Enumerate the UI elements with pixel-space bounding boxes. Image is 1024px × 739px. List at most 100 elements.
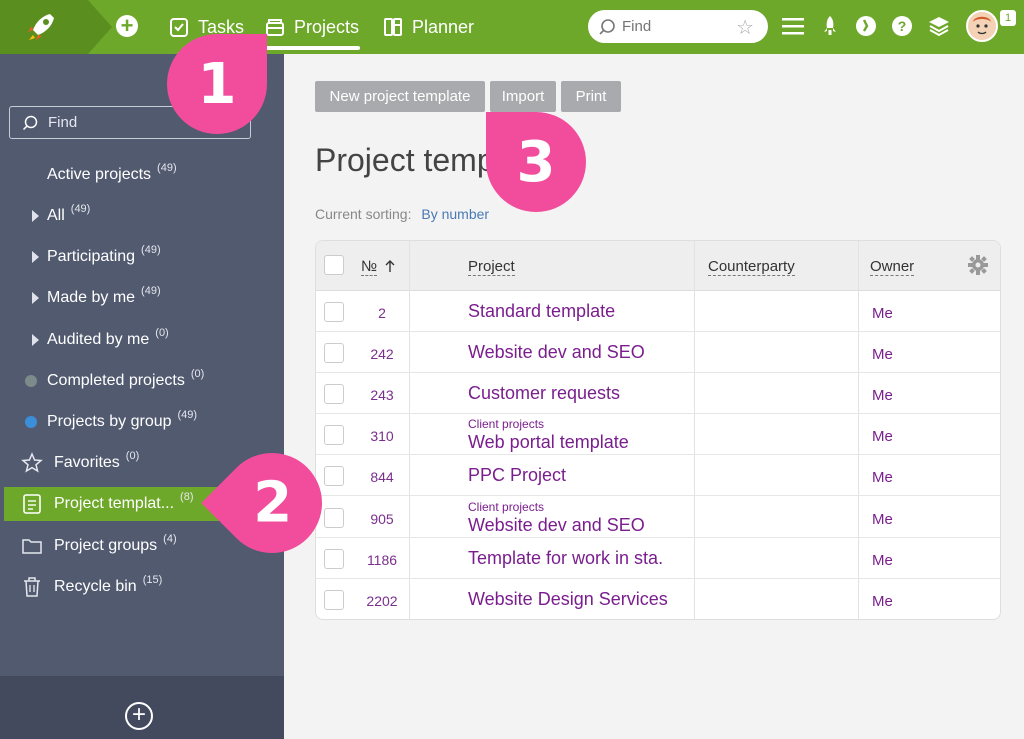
logo-arrow: [88, 0, 112, 54]
folder-icon: [20, 534, 44, 558]
sidebar-item-label: Active projects: [47, 166, 152, 183]
notification-badge[interactable]: 1: [1000, 10, 1016, 26]
column-header-label: Owner: [870, 258, 915, 276]
row-checkbox[interactable]: [324, 343, 344, 363]
sidebar-item-project-templates[interactable]: Project templat... (8): [4, 487, 230, 521]
table-row[interactable]: 905 Client projects Website dev and SEO …: [316, 497, 1000, 538]
sidebar-item-made-by-me[interactable]: Made by me (49): [0, 281, 284, 315]
trash-icon: [20, 575, 44, 599]
row-number[interactable]: 844: [360, 469, 404, 485]
project-name-link[interactable]: Standard template: [468, 301, 615, 322]
table-row[interactable]: 2202 Website Design Services Me: [316, 579, 1000, 619]
project-name-link[interactable]: Template for work in sta.: [468, 548, 663, 569]
top-search-input[interactable]: [622, 18, 732, 35]
new-project-template-button[interactable]: New project template: [315, 81, 485, 112]
caret-right-icon[interactable]: [32, 210, 39, 222]
column-header-label: Project: [468, 258, 515, 276]
menu-icon[interactable]: [782, 15, 804, 37]
sidebar-item-projects-by-group[interactable]: Projects by group (49): [0, 405, 284, 439]
time-icon[interactable]: [855, 15, 877, 37]
rocket-icon[interactable]: [819, 15, 841, 37]
nav-projects[interactable]: Projects: [264, 12, 359, 42]
layers-icon[interactable]: [928, 15, 950, 37]
callout-number: 1: [197, 51, 237, 117]
callout-number: 2: [252, 470, 292, 536]
project-name-link[interactable]: PPC Project: [468, 465, 566, 486]
caret-right-icon[interactable]: [32, 334, 39, 346]
column-header-number[interactable]: №: [361, 258, 396, 276]
sidebar-item-count: (49): [177, 409, 198, 421]
print-button[interactable]: Print: [561, 81, 621, 112]
sidebar-item-count: (49): [141, 285, 161, 297]
star-icon[interactable]: ☆: [736, 15, 754, 40]
project-name-link[interactable]: Website dev and SEO: [468, 342, 645, 363]
table-row[interactable]: 243 Customer requests Me: [316, 373, 1000, 414]
table-row[interactable]: 310 Client projects Web portal template …: [316, 414, 1000, 455]
owner-link[interactable]: Me: [872, 387, 893, 404]
row-checkbox[interactable]: [324, 549, 344, 569]
add-circle-icon[interactable]: +: [125, 702, 153, 730]
row-number[interactable]: 310: [360, 428, 404, 444]
sidebar-item-audited-by-me[interactable]: Audited by me (0): [0, 323, 284, 357]
row-checkbox[interactable]: [324, 384, 344, 404]
main-content: New project template Import Print Projec…: [290, 54, 1024, 739]
sidebar-item-all[interactable]: All (49): [0, 199, 284, 233]
project-group-link[interactable]: Client projects: [468, 500, 544, 514]
top-search[interactable]: ☆: [588, 10, 768, 43]
sorting-label: Current sorting:: [315, 206, 412, 222]
owner-link[interactable]: Me: [872, 346, 893, 363]
row-number[interactable]: 243: [360, 387, 404, 403]
row-checkbox[interactable]: [324, 508, 344, 528]
project-name-link[interactable]: Website dev and SEO: [468, 515, 645, 536]
sorting-value-link[interactable]: By number: [421, 206, 489, 222]
gear-icon[interactable]: [967, 254, 989, 276]
owner-link[interactable]: Me: [872, 469, 893, 486]
column-header-project[interactable]: Project: [468, 258, 515, 276]
caret-right-icon[interactable]: [32, 251, 39, 263]
owner-link[interactable]: Me: [872, 593, 893, 610]
project-name-link[interactable]: Customer requests: [468, 383, 620, 404]
column-header-counterparty[interactable]: Counterparty: [708, 258, 795, 276]
nav-planner[interactable]: Planner: [382, 12, 474, 42]
row-checkbox[interactable]: [324, 466, 344, 486]
row-number[interactable]: 242: [360, 346, 404, 362]
row-number[interactable]: 905: [360, 511, 404, 527]
svg-text:?: ?: [898, 18, 907, 34]
sidebar-item-recycle-bin[interactable]: Recycle bin (15): [0, 570, 284, 604]
select-all-checkbox[interactable]: [324, 255, 344, 275]
sidebar-item-completed-projects[interactable]: Completed projects (0): [0, 364, 284, 398]
sidebar-item-label: Participating: [47, 248, 136, 265]
templates-table: № Project Counterparty Owner 2 Standard …: [315, 240, 1001, 620]
table-row[interactable]: 2 Standard template Me: [316, 291, 1000, 332]
project-name-link[interactable]: Web portal template: [468, 432, 629, 453]
nav-active-indicator: [266, 46, 360, 50]
row-number[interactable]: 2: [360, 305, 404, 321]
row-checkbox[interactable]: [324, 302, 344, 322]
row-checkbox[interactable]: [324, 425, 344, 445]
sidebar-item-participating[interactable]: Participating (49): [0, 240, 284, 274]
table-row[interactable]: 844 PPC Project Me: [316, 455, 1000, 496]
project-name-link[interactable]: Website Design Services: [468, 589, 668, 610]
row-number[interactable]: 1186: [360, 552, 404, 568]
caret-right-icon[interactable]: [32, 292, 39, 304]
column-header-owner[interactable]: Owner: [870, 258, 915, 276]
group-dot-icon: [25, 416, 37, 428]
top-bar: + Tasks Projects Planner ☆ ? 1: [0, 0, 1024, 54]
sorting-info: Current sorting: By number: [315, 206, 489, 222]
owner-link[interactable]: Me: [872, 511, 893, 528]
project-group-link[interactable]: Client projects: [468, 417, 544, 431]
row-number[interactable]: 2202: [360, 593, 404, 609]
import-button[interactable]: Import: [490, 81, 556, 112]
table-row[interactable]: 242 Website dev and SEO Me: [316, 332, 1000, 373]
logo-area[interactable]: [0, 0, 88, 54]
table-row[interactable]: 1186 Template for work in sta. Me: [316, 538, 1000, 579]
sidebar-item-active-projects[interactable]: Active projects (49): [0, 158, 284, 192]
owner-link[interactable]: Me: [872, 428, 893, 445]
quick-add-button[interactable]: +: [116, 15, 138, 37]
search-icon: [22, 115, 38, 130]
row-checkbox[interactable]: [324, 590, 344, 610]
user-avatar[interactable]: [966, 10, 998, 42]
owner-link[interactable]: Me: [872, 305, 893, 322]
help-icon[interactable]: ?: [891, 15, 913, 37]
owner-link[interactable]: Me: [872, 552, 893, 569]
